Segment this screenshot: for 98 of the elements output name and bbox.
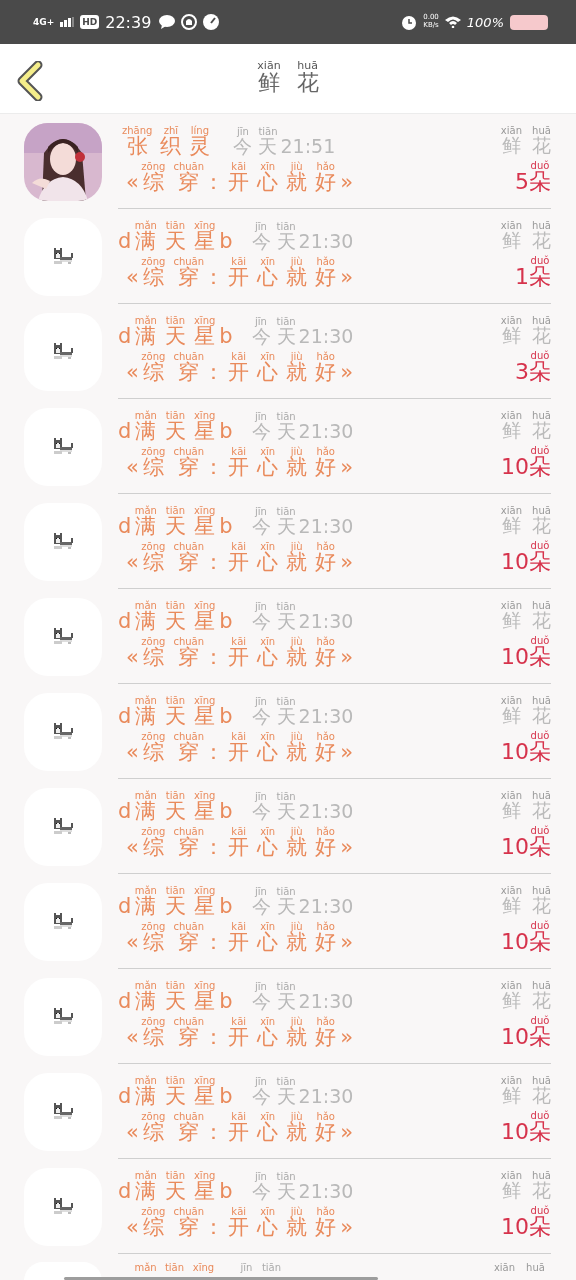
flower-count: 3朵 duǒ [515, 350, 551, 386]
flower-count: 10朵 duǒ [501, 540, 551, 576]
flower-count: 10朵 duǒ [501, 1110, 551, 1146]
avatar[interactable] [24, 502, 102, 581]
timestamp: 今 jīn 天 tiān 21:30 [250, 1172, 354, 1204]
gift-label: 鲜 xiān 花 huā [499, 980, 551, 1013]
flower-count: 10朵 duǒ [501, 445, 551, 481]
battery-icon [510, 14, 548, 30]
timestamp: 今 jīn 天 tiān 21:30 [250, 982, 354, 1014]
timestamp: 今 jīn 天 tiān 21:30 [250, 507, 354, 539]
alarm-icon [401, 14, 418, 30]
dog-icon [52, 722, 74, 741]
user-name[interactable]: d 满 mǎn 天 tiān 星 xīng b [118, 791, 233, 825]
gift-label: 鲜 xiān 花 huā [499, 125, 551, 158]
gift-label: 鲜 xiān 花 huā [499, 790, 551, 823]
avatar[interactable] [24, 217, 102, 296]
timestamp: 今 jīn 天 tiān 21:51 [232, 127, 336, 159]
avatar[interactable] [24, 407, 102, 486]
dog-icon [52, 1007, 74, 1026]
avatar[interactable] [24, 1072, 102, 1151]
gift-label: 鲜 xiān 花 huā [499, 1075, 551, 1108]
avatar[interactable] [24, 787, 102, 866]
book-title: «综 zōng 穿 chuān ： 开 kāi 心 xīn 就 jiù 好 hǎo » [125, 447, 354, 481]
gift-label: 鲜 xiān 花 huā [499, 410, 551, 443]
dog-icon [52, 627, 74, 646]
timestamp: 今 jīn 天 tiān 21:30 [250, 792, 354, 824]
book-title: «综 zōng 穿 chuān ： 开 kāi 心 xīn 就 jiù 好 hǎo » [125, 1207, 354, 1241]
book-title: «综 zōng 穿 chuān ： 开 kāi 心 xīn 就 jiù 好 hǎo » [125, 1112, 354, 1146]
flower-count: 10朵 duǒ [501, 825, 551, 861]
back-icon[interactable] [16, 61, 44, 101]
timestamp: 今 jīn 天 tiān 21:30 [250, 697, 354, 729]
user-name[interactable]: d 满 mǎn 天 tiān 星 xīng b [118, 601, 233, 635]
user-name[interactable]: d 满 mǎn 天 tiān 星 xīng b [118, 886, 233, 920]
page-title: 鲜 xiān 花 huā [256, 59, 320, 97]
avatar[interactable] [24, 597, 102, 676]
label-pinyin: xiān huā [492, 1262, 546, 1273]
book-title: «综 zōng 穿 chuān ： 开 kāi 心 xīn 就 jiù 好 hǎo » [125, 257, 354, 291]
user-name[interactable]: d 满 mǎn 天 tiān 星 xīng b [118, 981, 233, 1015]
chat-icon [159, 15, 176, 29]
dog-icon [52, 532, 74, 551]
user-name[interactable]: d 满 mǎn 天 tiān 星 xīng b [118, 1076, 233, 1110]
gift-label: 鲜 xiān 花 huā [499, 315, 551, 348]
avatar[interactable] [24, 977, 102, 1056]
user-name[interactable]: d 满 mǎn 天 tiān 星 xīng b [118, 316, 233, 350]
avatar[interactable] [24, 1167, 102, 1246]
dog-icon [52, 912, 74, 931]
gift-label: 鲜 xiān 花 huā [499, 220, 551, 253]
clock: 22:39 [105, 12, 152, 32]
timestamp: 今 jīn 天 tiān 21:30 [250, 1077, 354, 1109]
user-name[interactable]: d 满 mǎn 天 tiān 星 xīng b [118, 411, 233, 445]
timestamp: 今 jīn 天 tiān 21:30 [250, 412, 354, 444]
gift-label: 鲜 xiān 花 huā [499, 695, 551, 728]
avatar[interactable] [24, 882, 102, 961]
book-title: «综 zōng 穿 chuān ： 开 kāi 心 xīn 就 jiù 好 hǎo » [125, 1017, 354, 1051]
user-name[interactable]: 张 zhāng 织 zhī 灵 líng [118, 126, 215, 160]
book-title: «综 zōng 穿 chuān ： 开 kāi 心 xīn 就 jiù 好 hǎo » [125, 542, 354, 576]
book-title: «综 zōng 穿 chuān ： 开 kāi 心 xīn 就 jiù 好 hǎo » [125, 827, 354, 861]
flower-count: 10朵 duǒ [501, 730, 551, 766]
timestamp: 今 jīn 天 tiān 21:30 [250, 602, 354, 634]
gift-label: 鲜 xiān 花 huā [499, 1170, 551, 1203]
dog-icon [52, 247, 74, 266]
flower-count: 10朵 duǒ [501, 635, 551, 671]
flower-count: 5朵 duǒ [515, 160, 551, 196]
network-label: 4G+ [33, 17, 55, 27]
dog-icon [52, 1102, 74, 1121]
timestamp: 今 jīn 天 tiān 21:30 [250, 317, 354, 349]
book-title: «综 zōng 穿 chuān ： 开 kāi 心 xīn 就 jiù 好 hǎo » [125, 162, 354, 196]
flower-count: 10朵 duǒ [501, 1205, 551, 1241]
dog-icon [52, 817, 74, 836]
timestamp: 今 jīn 天 tiān 21:30 [250, 887, 354, 919]
gift-label: 鲜 xiān 花 huā [499, 600, 551, 633]
user-name[interactable]: d 满 mǎn 天 tiān 星 xīng b [118, 1171, 233, 1205]
flower-count: 1朵 duǒ [515, 255, 551, 291]
gift-label: 鲜 xiān 花 huā [499, 885, 551, 918]
gauge-icon [203, 14, 220, 30]
dog-icon [52, 342, 74, 361]
book-title: «综 zōng 穿 chuān ： 开 kāi 心 xīn 就 jiù 好 hǎo » [125, 637, 354, 671]
signal-icon [60, 17, 75, 27]
flower-count: 10朵 duǒ [501, 920, 551, 956]
dog-icon [52, 437, 74, 456]
battery-percent: 100% [466, 14, 504, 30]
avatar[interactable] [24, 692, 102, 771]
user-name[interactable]: d 满 mǎn 天 tiān 星 xīng b [118, 506, 233, 540]
time-pinyin: jīn tiān [239, 1262, 283, 1273]
avatar[interactable] [24, 312, 102, 391]
avatar[interactable] [24, 1262, 102, 1280]
wifi-icon [444, 16, 461, 28]
flower-count: 10朵 duǒ [501, 1015, 551, 1051]
timestamp: 今 jīn 天 tiān 21:30 [250, 222, 354, 254]
dog-icon [52, 1197, 74, 1216]
book-title: «综 zōng 穿 chuān ： 开 kāi 心 xīn 就 jiù 好 hǎo » [125, 732, 354, 766]
gift-label: 鲜 xiān 花 huā [499, 505, 551, 538]
book-title: «综 zōng 穿 chuān ： 开 kāi 心 xīn 就 jiù 好 hǎo » [125, 352, 354, 386]
book-title: «综 zōng 穿 chuān ： 开 kāi 心 xīn 就 jiù 好 hǎo » [125, 922, 354, 956]
hd-badge: HD [80, 15, 100, 29]
user-name[interactable]: d 满 mǎn 天 tiān 星 xīng b [118, 221, 233, 255]
user-name[interactable]: d 满 mǎn 天 tiān 星 xīng b [118, 696, 233, 730]
name-pinyin: mǎn tiān xīng [133, 1262, 216, 1273]
